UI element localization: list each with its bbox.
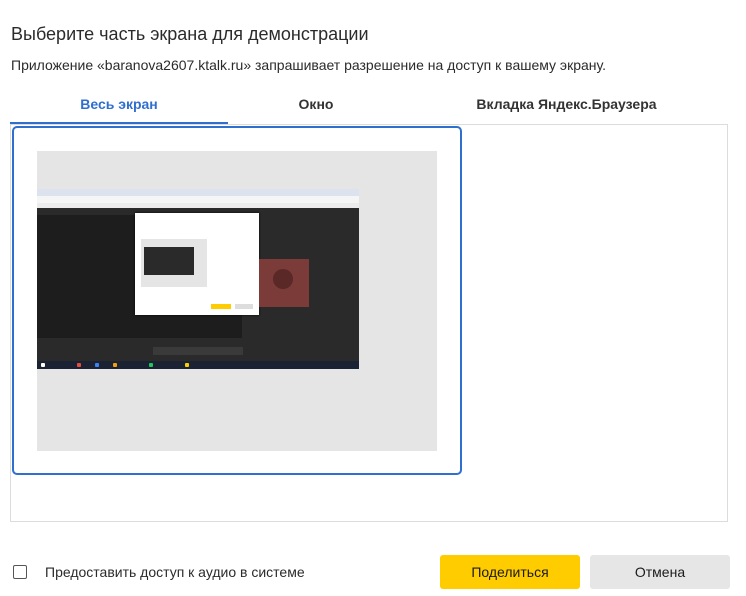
tab-entire-screen[interactable]: Весь экран [10,90,228,124]
audio-share-checkbox[interactable] [13,565,27,579]
screen-thumbnail [37,151,437,451]
screen-source-tile[interactable] [12,126,462,475]
share-button[interactable]: Поделиться [440,555,580,589]
screen-preview-image [37,189,359,369]
cancel-button[interactable]: Отмена [590,555,730,589]
sources-panel [10,124,728,522]
tab-browser-tab[interactable]: Вкладка Яндекс.Браузера [404,90,729,124]
dialog-subtitle: Приложение «baranova2607.ktalk.ru» запра… [11,57,606,73]
audio-share-label: Предоставить доступ к аудио в системе [45,564,305,580]
dialog-title: Выберите часть экрана для демонстрации [11,24,369,44]
tab-window[interactable]: Окно [228,90,404,124]
source-tabs: Весь экран Окно Вкладка Яндекс.Браузера [10,90,729,124]
